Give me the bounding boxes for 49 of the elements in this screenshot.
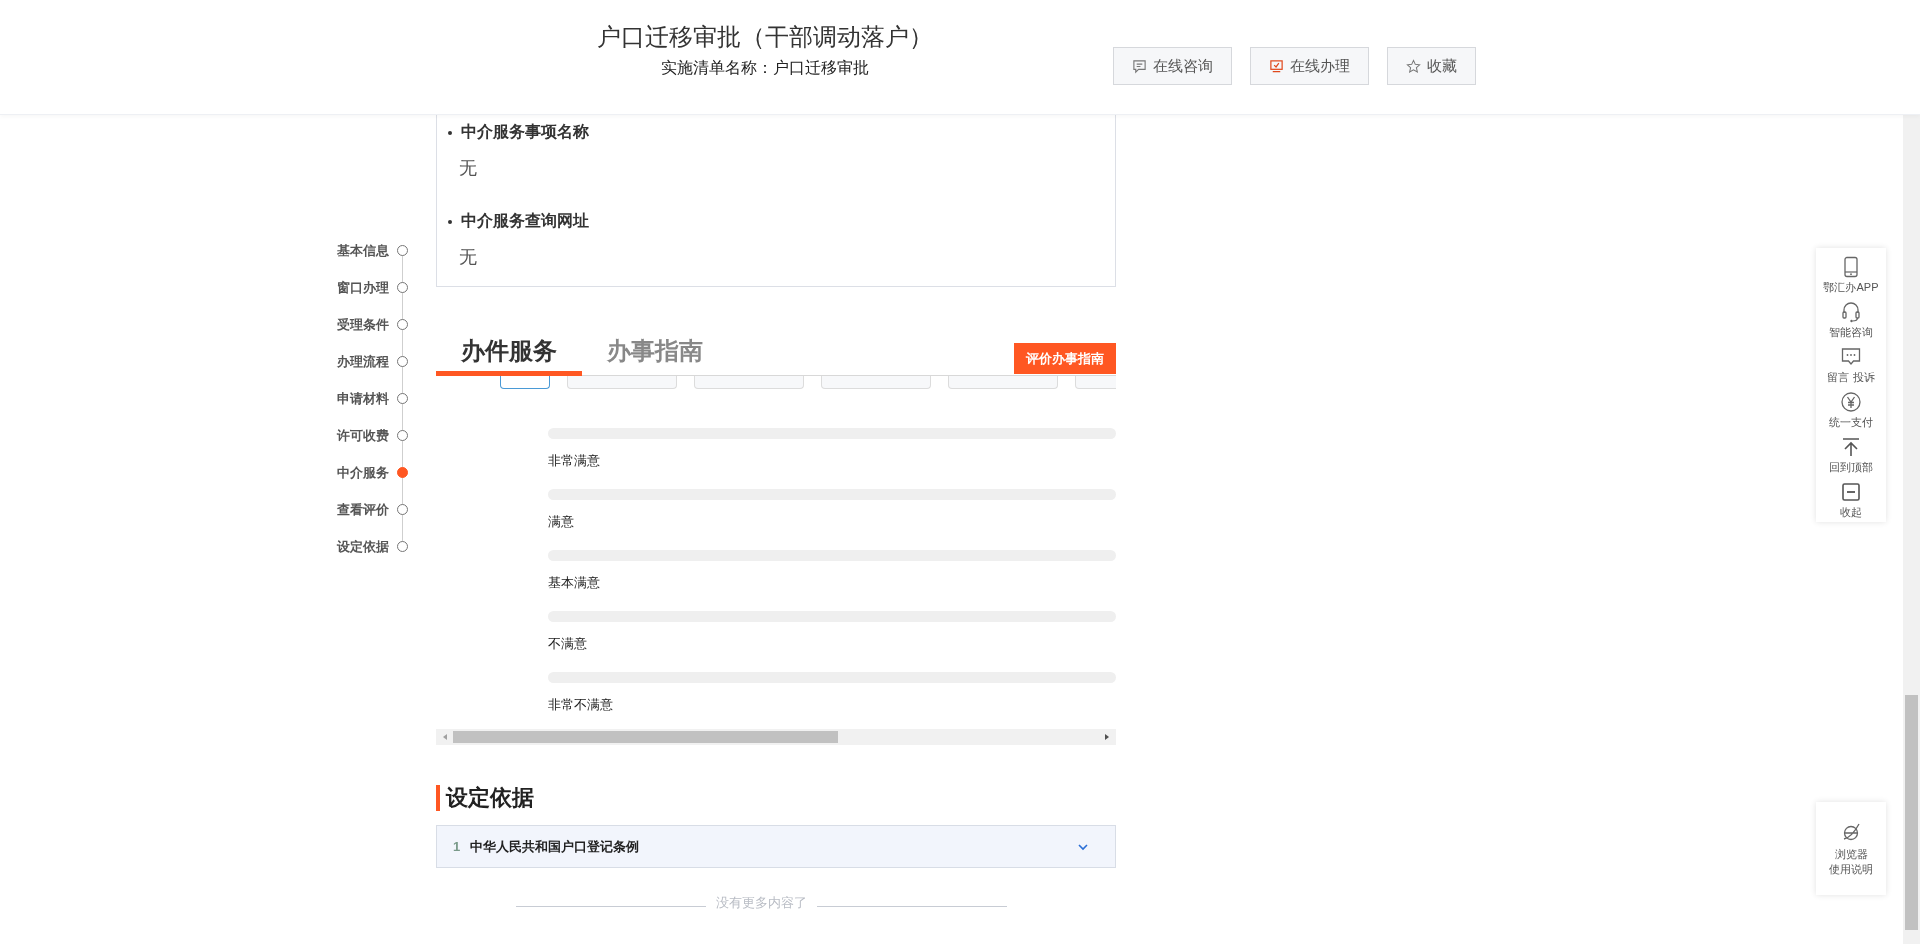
field-label: 中介服务查询网址 [447,207,589,235]
side-nav-item[interactable]: 办理流程 [318,343,418,380]
end-of-list-note: 没有更多内容了 [715,894,807,912]
side-nav-item[interactable]: 窗口办理 [318,269,418,306]
section-heading: 设定依据 [436,785,1116,811]
side-nav-item[interactable]: 申请材料 [318,380,418,417]
side-nav-item[interactable]: 设定依据 [318,528,418,565]
apply-button[interactable]: 在线办理 [1250,47,1369,85]
message-tool[interactable]: 留言 投诉 [1816,346,1886,385]
rating-label: 非常满意 [548,452,601,470]
page-title: 户口迁移审批（干部调动落户） [597,22,933,52]
side-nav-item[interactable]: 基本信息 [318,232,418,269]
tab[interactable]: 办事指南 [582,335,728,376]
back-to-top-icon [1840,436,1862,458]
rating-label: 基本满意 [548,574,601,592]
favorite-button[interactable]: 收藏 [1387,47,1476,85]
horizontal-scrollbar[interactable] [436,729,1116,745]
page-scrollbar-thumb[interactable] [1905,695,1918,930]
side-nav-item[interactable]: 查看评价 [318,491,418,528]
scroll-left-icon[interactable] [441,733,449,741]
minus-square-icon [1840,481,1862,503]
scrollbar-thumb[interactable] [453,731,838,743]
payment-tool[interactable]: 统一支付 [1816,391,1886,430]
phone-tool[interactable]: 鄂汇办APP [1816,256,1886,295]
item-title: 中华人民共和国户口登记条例 [470,837,640,856]
scroll-right-icon[interactable] [1103,733,1111,741]
consult-button[interactable]: 在线咨询 [1113,47,1232,85]
rating-filter-tab[interactable] [500,376,550,389]
rating-label: 满意 [548,513,575,531]
collapse-tool[interactable]: 收起 [1816,481,1886,520]
field-value: 无 [459,246,478,269]
star-icon [1406,58,1421,74]
headset-tool[interactable]: 智能咨询 [1816,301,1886,340]
rating-label: 非常不满意 [548,696,614,714]
yen-coin-icon [1840,391,1862,413]
page-subtitle: 实施清单名称：户口迁移审批 [661,58,869,78]
checklist-icon [1269,58,1284,74]
field-value: 无 [459,157,478,180]
rating-label: 不满意 [548,635,588,653]
field-label: 中介服务事项名称 [447,118,589,146]
side-nav-item[interactable]: 中介服务 [318,454,418,491]
item-number: 1 [453,839,461,854]
basis-accordion-item[interactable]: 1 中华人民共和国户口登记条例 [436,825,1116,868]
side-nav-item[interactable]: 许可收费 [318,417,418,454]
browser-guide-button[interactable]: 浏览器 使用说明 [1816,802,1886,895]
headset-icon [1840,301,1862,323]
side-nav-item[interactable]: 受理条件 [318,306,418,343]
chat-icon [1132,58,1147,74]
top-tool[interactable]: 回到顶部 [1816,436,1886,475]
